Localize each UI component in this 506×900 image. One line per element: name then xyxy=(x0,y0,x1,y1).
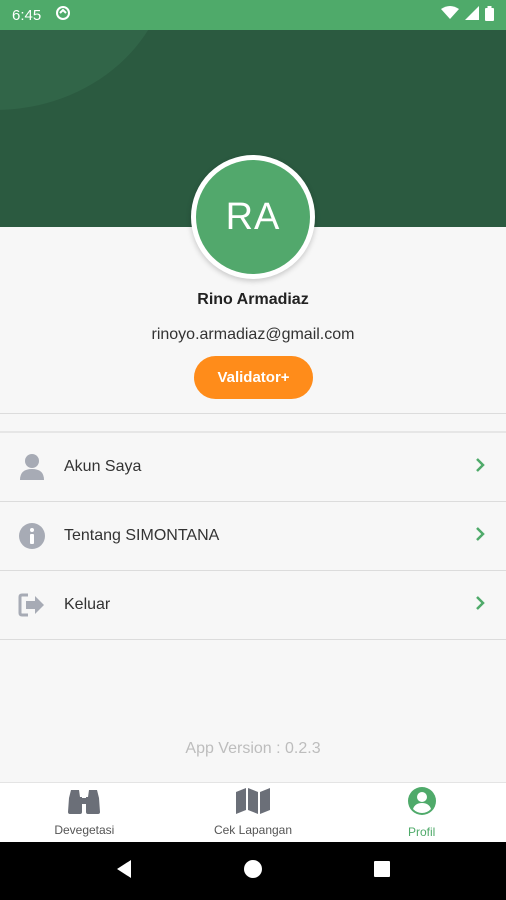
menu-item-akun-saya[interactable]: Akun Saya xyxy=(0,433,506,502)
map-icon xyxy=(235,788,271,819)
menu-item-label: Akun Saya xyxy=(64,458,142,475)
app-version: App Version : 0.2.3 xyxy=(185,740,321,757)
sync-status-icon xyxy=(55,5,71,25)
wifi-icon xyxy=(441,6,459,24)
tab-profil[interactable]: Profil xyxy=(337,783,506,842)
role-badge[interactable]: Validator+ xyxy=(194,356,313,399)
tab-cek-lapangan[interactable]: Cek Lapangan xyxy=(169,783,338,842)
user-icon xyxy=(18,453,46,481)
recents-icon[interactable] xyxy=(373,860,391,883)
chevron-right-icon xyxy=(472,595,488,616)
profile-icon xyxy=(407,786,437,821)
avatar: RA xyxy=(196,160,310,274)
battery-icon xyxy=(485,5,494,25)
system-navigation-bar xyxy=(0,842,506,900)
header-decoration xyxy=(0,30,170,110)
menu-item-label: Keluar xyxy=(64,596,111,613)
logout-icon xyxy=(18,591,46,619)
chevron-right-icon xyxy=(472,457,488,478)
tab-label: Devegetasi xyxy=(54,823,115,837)
tab-devegetasi[interactable]: Devegetasi xyxy=(0,783,169,842)
menu-item-tentang[interactable]: Tentang SIMONTANA xyxy=(0,502,506,571)
status-bar: 6:45 xyxy=(0,0,506,30)
menu-item-keluar[interactable]: Keluar xyxy=(0,571,506,640)
menu-item-label: Tentang SIMONTANA xyxy=(64,527,220,544)
binoculars-icon xyxy=(67,788,101,819)
profile-menu: Akun Saya Tentang SIMONTANA Keluar xyxy=(0,433,506,640)
home-icon[interactable] xyxy=(243,859,263,884)
tab-label: Profil xyxy=(408,825,436,839)
tab-label: Cek Lapangan xyxy=(213,823,293,837)
profile-name: Rino Armadiaz xyxy=(197,291,309,308)
divider xyxy=(0,413,506,414)
info-icon xyxy=(18,522,46,550)
chevron-right-icon xyxy=(472,526,488,547)
status-time: 6:45 xyxy=(12,6,42,24)
back-icon[interactable] xyxy=(115,859,133,884)
avatar-ring: RA xyxy=(191,155,315,279)
signal-icon xyxy=(465,6,479,24)
profile-email: rinoyo.armadiaz@gmail.com xyxy=(151,326,355,343)
bottom-navigation: Devegetasi Cek Lapangan Profil xyxy=(0,782,506,842)
